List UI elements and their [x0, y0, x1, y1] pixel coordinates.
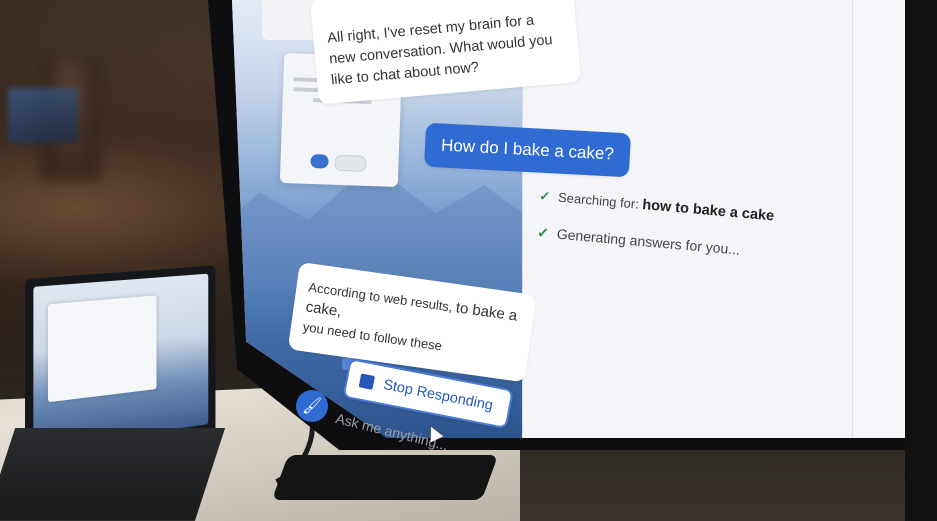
- image-border: [905, 0, 937, 521]
- stop-responding-label: Stop Responding: [381, 377, 495, 414]
- stop-icon: [358, 373, 376, 390]
- bot-response-part3: you need to follow these: [302, 319, 443, 354]
- laptop-keyboard: [0, 428, 226, 521]
- bot-message-text: All right, I've reset my brain for a new…: [326, 12, 554, 89]
- background-screen: [8, 88, 78, 143]
- laptop-window: [47, 295, 157, 403]
- photo-scene: All right, I've reset my brain for a new…: [0, 0, 937, 521]
- chat-avatar-icon[interactable]: 🖌: [296, 390, 328, 422]
- check-icon: ✓: [536, 224, 550, 241]
- laptop-display: [33, 273, 209, 449]
- dialog-secondary-button[interactable]: [334, 154, 367, 172]
- check-icon: ✓: [538, 188, 551, 204]
- user-message-text: How do I bake a cake?: [440, 135, 615, 164]
- dialog-primary-button[interactable]: [310, 153, 329, 169]
